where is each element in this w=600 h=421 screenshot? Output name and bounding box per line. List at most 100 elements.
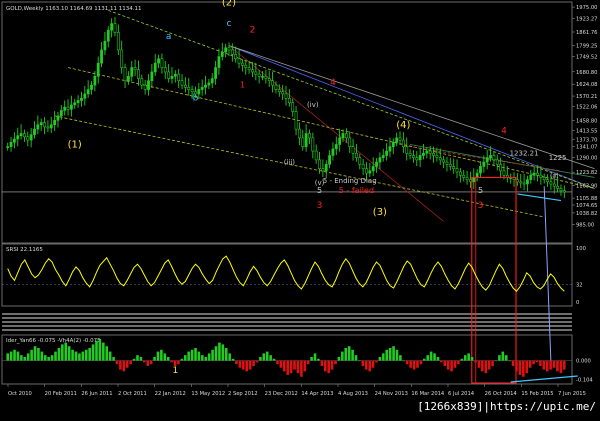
wave-label: c bbox=[227, 19, 232, 29]
candle-body bbox=[76, 100, 80, 104]
candle-body bbox=[207, 82, 211, 86]
candle-body bbox=[401, 139, 405, 147]
histogram-bar bbox=[375, 360, 378, 363]
price-tick-label: 1522.06 bbox=[576, 105, 597, 111]
wave-label: 1 bbox=[172, 366, 178, 376]
candle-body bbox=[546, 179, 549, 183]
time-tick-label: 22 Jan 2012 bbox=[155, 391, 186, 397]
histogram-bar bbox=[361, 360, 365, 366]
histogram-bar bbox=[422, 358, 426, 361]
histogram-bar bbox=[426, 355, 430, 361]
candle-body bbox=[100, 49, 103, 64]
time-tick-label: 2 Oct 2011 bbox=[118, 391, 147, 397]
histogram-bar bbox=[539, 360, 542, 366]
trendline bbox=[228, 45, 444, 222]
candle-body bbox=[227, 47, 231, 51]
candle-body bbox=[344, 133, 348, 139]
candle-body bbox=[395, 137, 399, 143]
price-tick-label: 1074.65 bbox=[576, 203, 597, 209]
histogram-bar bbox=[313, 353, 317, 361]
histogram-bar bbox=[477, 360, 481, 368]
histogram-bar bbox=[180, 358, 184, 361]
time-tick-label: 13 May 2012 bbox=[191, 391, 225, 397]
candle-body bbox=[237, 58, 241, 64]
candle-body bbox=[49, 124, 53, 129]
candle-body bbox=[499, 163, 503, 172]
histogram-bar bbox=[204, 356, 208, 361]
histogram-bar bbox=[545, 360, 549, 372]
candle-body bbox=[167, 71, 171, 79]
candle-body bbox=[455, 168, 459, 173]
histogram-bar bbox=[146, 360, 150, 366]
histogram-bar bbox=[156, 351, 160, 361]
candle-body bbox=[33, 128, 36, 135]
histogram-bar bbox=[330, 360, 334, 370]
histogram-bar bbox=[395, 349, 399, 361]
candle-body bbox=[331, 148, 335, 156]
histogram-bar bbox=[149, 360, 153, 365]
histogram-tick-label: -0.104 bbox=[576, 377, 593, 383]
histogram-bar bbox=[289, 360, 293, 374]
histogram-bar bbox=[279, 360, 283, 368]
price-tick-label: 1570.21 bbox=[576, 94, 597, 100]
main-panel-frame bbox=[1, 1, 573, 244]
candle-body bbox=[12, 138, 16, 143]
candle-body bbox=[321, 168, 325, 172]
candle-body bbox=[375, 161, 378, 167]
candle-body bbox=[80, 98, 83, 101]
histogram-bar bbox=[470, 356, 474, 361]
histogram-bar bbox=[50, 355, 54, 361]
candle-body bbox=[190, 89, 194, 93]
histogram-bar bbox=[344, 347, 348, 361]
arrow-cyan-hist bbox=[510, 375, 578, 383]
histogram-bar bbox=[484, 360, 488, 374]
candle-body bbox=[358, 157, 362, 165]
histogram-bar bbox=[245, 360, 249, 372]
candle-body bbox=[277, 89, 281, 93]
candle-body bbox=[59, 110, 63, 117]
candle-body bbox=[542, 177, 546, 180]
candle-body bbox=[133, 67, 137, 71]
histogram-bar bbox=[153, 356, 156, 361]
candle-body bbox=[140, 78, 144, 86]
wave-label: 5 bbox=[317, 186, 322, 195]
wave-label: 1232.21 bbox=[510, 149, 539, 157]
candle-body bbox=[287, 98, 291, 104]
histogram-bar bbox=[501, 351, 505, 361]
wave-label: (iv) bbox=[307, 101, 319, 109]
histogram-bar bbox=[341, 351, 344, 361]
histogram-bar bbox=[515, 360, 518, 372]
candle-body bbox=[63, 106, 67, 111]
histogram-bar bbox=[504, 355, 508, 361]
wave-label: (4) bbox=[396, 120, 410, 131]
histogram-bar bbox=[187, 351, 190, 361]
candle-body bbox=[391, 141, 395, 147]
time-tick-label: 20 Feb 2011 bbox=[45, 391, 77, 397]
candle-body bbox=[96, 62, 100, 77]
candle-body bbox=[304, 133, 308, 147]
candle-body bbox=[106, 29, 110, 42]
candle-body bbox=[230, 49, 234, 55]
histogram-bar bbox=[481, 360, 484, 372]
candle-body bbox=[448, 163, 452, 167]
histogram-bar bbox=[214, 346, 218, 361]
time-tick-label: 14 Apr 2013 bbox=[301, 391, 333, 397]
candle-body bbox=[241, 62, 244, 66]
histogram-bar bbox=[549, 360, 552, 370]
candle-body bbox=[16, 135, 20, 140]
candle-body bbox=[311, 137, 315, 152]
candle-body bbox=[29, 134, 33, 141]
time-tick-label: 7 Jun 2015 bbox=[558, 391, 586, 397]
wave-label: (2) bbox=[222, 0, 236, 9]
candle-body bbox=[56, 115, 60, 121]
candle-body bbox=[19, 133, 23, 136]
histogram-bar bbox=[228, 353, 231, 361]
histogram-bar bbox=[416, 360, 419, 368]
candle-body bbox=[180, 80, 184, 86]
candle-body bbox=[110, 23, 114, 31]
histogram-bar bbox=[259, 356, 262, 361]
histogram-bar bbox=[242, 360, 245, 370]
histogram-bar bbox=[47, 356, 50, 361]
candle-body bbox=[86, 89, 90, 95]
wave-label: (iii) bbox=[284, 158, 296, 166]
